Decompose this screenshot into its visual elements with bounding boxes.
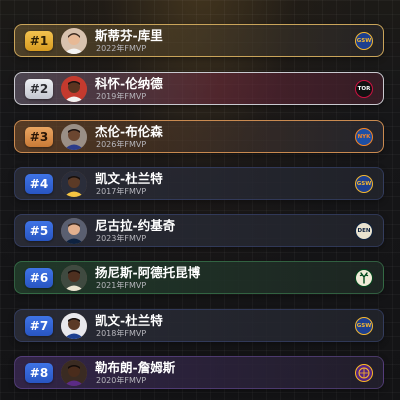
fmvp-year: 2022年FMVP xyxy=(96,44,147,53)
player-avatar xyxy=(61,265,87,291)
rank-badge: #1 xyxy=(25,31,53,51)
player-photo-icon xyxy=(61,28,87,54)
player-avatar xyxy=(61,360,87,386)
lakers-ball-icon xyxy=(358,367,370,379)
player-photo-icon xyxy=(61,265,87,291)
lakers-logo-icon xyxy=(355,364,373,382)
nuggets-logo-icon: DEN xyxy=(355,222,373,240)
fmvp-year: 2019年FMVP xyxy=(96,92,147,101)
rank-badge: #2 xyxy=(25,79,53,99)
ranking-card-7[interactable]: #7 凯文-杜兰特 2018年FMVP GSW xyxy=(14,309,384,342)
ranking-card-4[interactable]: #4 凯文-杜兰特 2017年FMVP GSW xyxy=(14,167,384,200)
player-avatar xyxy=(61,28,87,54)
fmvp-year: 2018年FMVP xyxy=(96,329,147,338)
fmvp-year: 2021年FMVP xyxy=(96,281,147,290)
player-name: 扬尼斯-阿德托昆博 xyxy=(95,265,201,280)
player-name: 尼古拉-约基奇 xyxy=(95,218,176,233)
bucks-logo-icon xyxy=(355,269,373,287)
fmvp-year: 2020年FMVP xyxy=(96,376,147,385)
fmvp-ranking-screen: #1 斯蒂芬-库里 2022年FMVP GSW #2 科怀-伦纳德 2019年F… xyxy=(0,0,400,400)
player-photo-icon xyxy=(61,124,87,150)
ranking-card-3[interactable]: #3 杰伦-布伦森 2026年FMVP NYK xyxy=(14,120,384,153)
player-avatar xyxy=(61,124,87,150)
fmvp-year: 2023年FMVP xyxy=(96,234,147,243)
player-photo-icon xyxy=(61,171,87,197)
player-name: 杰伦-布伦森 xyxy=(95,124,163,139)
fmvp-year: 2026年FMVP xyxy=(96,140,147,149)
deer-antler-icon xyxy=(359,272,369,284)
player-avatar xyxy=(61,76,87,102)
player-avatar xyxy=(61,218,87,244)
rank-badge: #8 xyxy=(25,363,53,383)
player-avatar xyxy=(61,313,87,339)
player-photo-icon xyxy=(61,76,87,102)
player-name: 斯蒂芬-库里 xyxy=(95,28,163,43)
rank-badge: #3 xyxy=(25,127,53,147)
knicks-logo-icon: NYK xyxy=(355,128,373,146)
ranking-card-8[interactable]: #8 勒布朗-詹姆斯 2020年FMVP xyxy=(14,356,384,389)
warriors-logo-icon: GSW xyxy=(355,175,373,193)
player-avatar xyxy=(61,171,87,197)
ranking-card-6[interactable]: #6 扬尼斯-阿德托昆博 2021年FMVP xyxy=(14,261,384,294)
player-name: 凯文-杜兰特 xyxy=(95,313,163,328)
warriors-logo-icon: GSW xyxy=(355,32,373,50)
ranking-card-2[interactable]: #2 科怀-伦纳德 2019年FMVP TOR xyxy=(14,72,384,105)
player-name: 科怀-伦纳德 xyxy=(95,76,163,91)
player-photo-icon xyxy=(61,360,87,386)
rank-badge: #5 xyxy=(25,221,53,241)
fmvp-year: 2017年FMVP xyxy=(96,187,147,196)
ranking-card-1[interactable]: #1 斯蒂芬-库里 2022年FMVP GSW xyxy=(14,24,384,57)
player-name: 勒布朗-詹姆斯 xyxy=(95,360,176,375)
raptors-logo-icon: TOR xyxy=(355,80,373,98)
player-photo-icon xyxy=(61,313,87,339)
rank-badge: #4 xyxy=(25,174,53,194)
ranking-card-5[interactable]: #5 尼古拉-约基奇 2023年FMVP DEN xyxy=(14,214,384,247)
player-photo-icon xyxy=(61,218,87,244)
player-name: 凯文-杜兰特 xyxy=(95,171,163,186)
rank-badge: #6 xyxy=(25,268,53,288)
rank-badge: #7 xyxy=(25,316,53,336)
warriors-logo-icon: GSW xyxy=(355,317,373,335)
